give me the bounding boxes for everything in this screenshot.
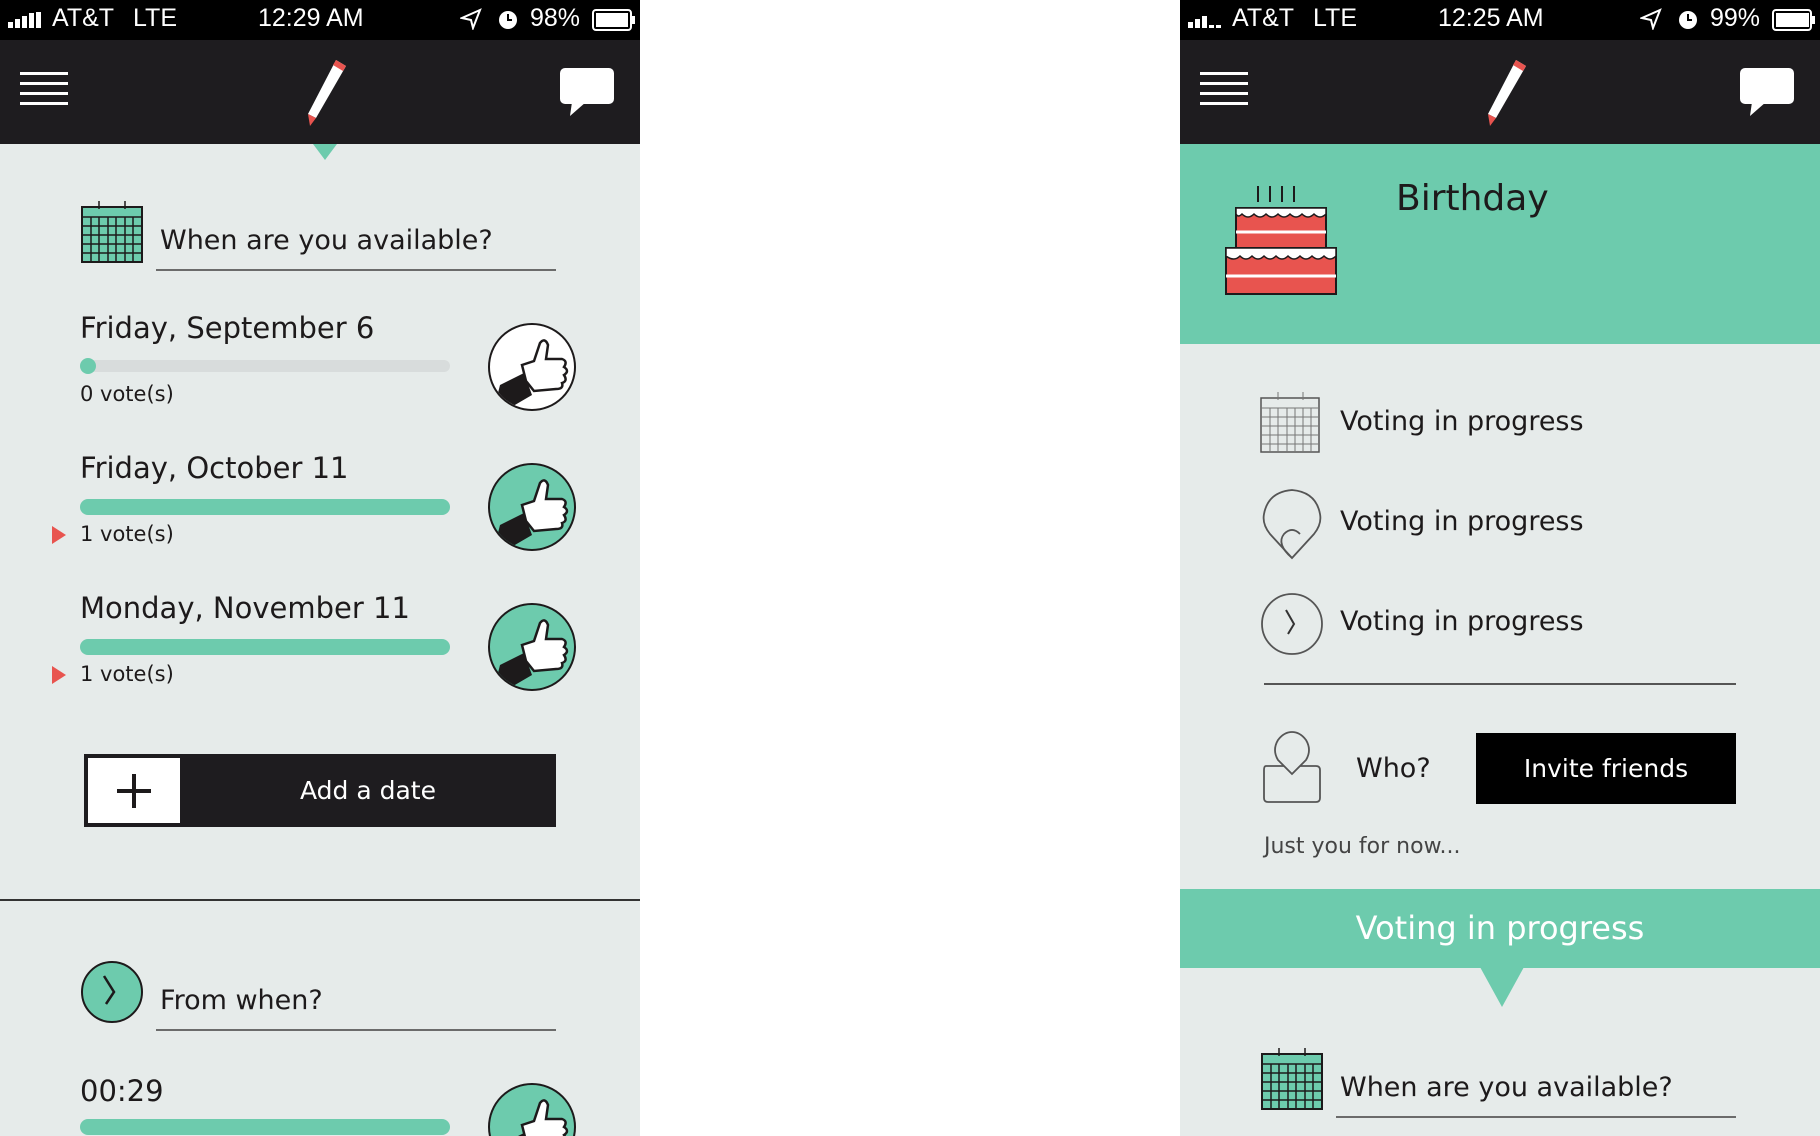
- vote-count: 0 vote(s): [80, 382, 174, 406]
- birthday-cake-icon: [1225, 186, 1337, 295]
- vote-count: 1 vote(s): [80, 522, 174, 546]
- pencil-icon[interactable]: [1480, 56, 1530, 130]
- menu-icon[interactable]: [20, 68, 70, 108]
- time-question: From when?: [160, 985, 323, 1016]
- invite-friends-button[interactable]: Invite friends: [1476, 733, 1736, 804]
- thumbs-up-icon: [494, 619, 569, 689]
- vote-bar-fill: [80, 358, 96, 374]
- attendees-note: Just you for now...: [1264, 834, 1461, 859]
- left-screen: AT&T LTE 12:29 AM 98% When are you avail…: [0, 0, 640, 1136]
- alarm-icon: [1679, 11, 1697, 29]
- chat-bubble-icon[interactable]: [1738, 66, 1796, 118]
- event-header: Birthday: [1180, 144, 1820, 344]
- event-title: Birthday: [1396, 178, 1549, 219]
- thumbs-up-button[interactable]: [488, 323, 576, 411]
- battery-percent: 99%: [1710, 4, 1761, 32]
- nav-bar: [0, 40, 640, 144]
- status-bar: AT&T LTE 12:25 AM 99%: [1180, 0, 1820, 40]
- network: LTE: [133, 4, 177, 32]
- pencil-icon[interactable]: [300, 56, 350, 130]
- battery-percent: 98%: [530, 4, 581, 32]
- thumbs-up-icon: [518, 1099, 569, 1136]
- date-question: When are you available?: [160, 225, 493, 256]
- carrier: AT&T: [52, 4, 115, 32]
- signal-icon: [8, 12, 41, 28]
- thumbs-up-button[interactable]: [488, 603, 576, 691]
- nav-pointer: [313, 144, 337, 160]
- clock-icon: [81, 961, 143, 1023]
- location-arrow-icon: [460, 8, 482, 30]
- time: 12:29 AM: [258, 4, 364, 32]
- question-underline: [1336, 1116, 1736, 1118]
- thumbs-up-button[interactable]: [488, 463, 576, 551]
- calendar-icon: [81, 201, 143, 263]
- voted-indicator-icon: [52, 526, 66, 544]
- date-option-label: Monday, November 11: [80, 591, 410, 625]
- vote-bar-fill: [80, 639, 450, 655]
- date-question: When are you available?: [1340, 1072, 1673, 1103]
- thumbs-up-icon: [494, 339, 569, 409]
- status-item-text: Voting in progress: [1340, 506, 1584, 537]
- thumbs-up-icon: [494, 479, 569, 549]
- battery-icon: [592, 9, 635, 31]
- calendar-icon: [1261, 1048, 1323, 1110]
- who-label: Who?: [1356, 753, 1431, 784]
- vote-count: 1 vote(s): [80, 662, 174, 686]
- status-bar: AT&T LTE 12:29 AM 98%: [0, 0, 640, 40]
- person-icon: [1263, 731, 1321, 803]
- vote-bar-fill: [80, 499, 450, 515]
- plus-icon: [117, 774, 151, 808]
- chat-bubble-icon[interactable]: [558, 66, 616, 118]
- section-divider: [0, 899, 640, 901]
- clock-outline-icon: [1261, 593, 1323, 655]
- vote-bar-track: [80, 360, 450, 372]
- voted-indicator-icon: [52, 666, 66, 684]
- alarm-icon: [499, 11, 517, 29]
- thumbs-up-button[interactable]: [488, 1083, 576, 1136]
- section-divider: [1264, 683, 1736, 685]
- date-option-label: Friday, October 11: [80, 451, 349, 485]
- carrier: AT&T: [1232, 4, 1295, 32]
- banner-pointer: [1480, 967, 1524, 1007]
- battery-icon: [1772, 9, 1815, 31]
- status-item-text: Voting in progress: [1340, 606, 1584, 637]
- network: LTE: [1313, 4, 1357, 32]
- map-pin-icon: [1262, 489, 1322, 560]
- vote-bar-fill: [80, 1119, 450, 1135]
- signal-icon: [1188, 16, 1221, 28]
- nav-bar: [1180, 40, 1820, 144]
- voting-banner: Voting in progress: [1180, 889, 1820, 968]
- status-item-text: Voting in progress: [1340, 406, 1584, 437]
- location-arrow-icon: [1640, 8, 1662, 30]
- time: 12:25 AM: [1438, 4, 1544, 32]
- time-option-label: 00:29: [80, 1074, 164, 1108]
- add-date-button[interactable]: Add a date: [84, 754, 556, 827]
- right-screen: AT&T LTE 12:25 AM 99% Birthday Voting in…: [1180, 0, 1820, 1136]
- question-underline: [156, 269, 556, 271]
- add-date-label: Add a date: [300, 776, 436, 805]
- calendar-outline-icon: [1260, 392, 1320, 453]
- plus-box: [88, 758, 180, 823]
- date-option-label: Friday, September 6: [80, 311, 375, 345]
- question-underline: [156, 1029, 556, 1031]
- menu-icon[interactable]: [1200, 68, 1250, 108]
